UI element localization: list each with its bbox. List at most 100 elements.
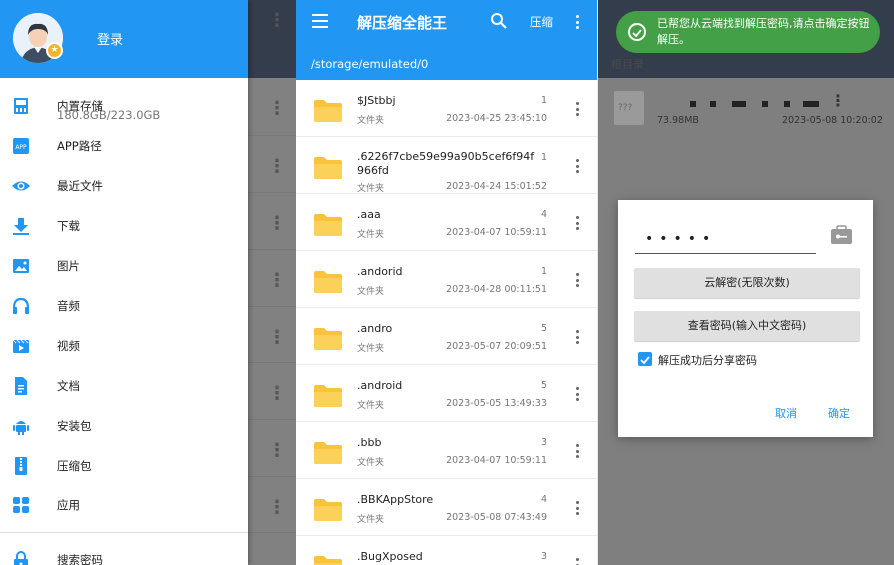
row-menu-icon[interactable] xyxy=(576,387,580,404)
item-count: 1 xyxy=(540,95,547,106)
extract-screen: 根目录 ??? ⋮ 73.98MB 2023-05-08 10:20:02 已帮… xyxy=(598,0,894,565)
file-date: 2023-04-07 10:59:11 xyxy=(446,455,547,466)
file-type: 文件夹 xyxy=(357,287,385,297)
file-row[interactable]: .bbb 文件夹 3 2023-04-07 10:59:11 xyxy=(296,422,598,479)
password-field[interactable]: ••••• xyxy=(635,230,816,254)
drawer-item-documents[interactable]: 文档 xyxy=(0,366,248,406)
folder-icon xyxy=(314,157,342,179)
image-icon xyxy=(13,259,29,273)
check-circle-icon xyxy=(628,23,646,41)
file-name: $JStbbj xyxy=(357,94,396,107)
drawer-item-label: 文档 xyxy=(57,379,80,393)
share-password-checkbox[interactable] xyxy=(638,352,652,366)
item-count: 5 xyxy=(540,323,547,334)
row-menu-icon[interactable] xyxy=(576,159,580,176)
file-row[interactable]: .aaa 文件夹 4 2023-04-07 10:59:11 xyxy=(296,194,598,251)
video-icon xyxy=(12,339,29,353)
file-name: .6226f7cbe59e99a90b5cef6f94f966fd xyxy=(357,150,535,177)
drawer-item-recent-files[interactable]: 最近文件 xyxy=(0,166,248,206)
drawer-item-video[interactable]: 视频 xyxy=(0,326,248,366)
drawer-item-label: 下载 xyxy=(57,219,80,233)
folder-icon xyxy=(314,100,342,122)
cancel-button[interactable]: 取消 xyxy=(775,405,797,421)
row-menu-icon[interactable] xyxy=(576,501,580,518)
folder-icon xyxy=(314,385,342,407)
drawer-item-apk[interactable]: 安装包 xyxy=(0,406,248,446)
zip-icon xyxy=(15,457,27,475)
drawer-item-label: 压缩包 xyxy=(57,459,92,473)
file-name: .BugXposed xyxy=(357,550,423,563)
file-row[interactable]: .andorid 文件夹 1 2023-04-28 00:11:51 xyxy=(296,251,598,308)
folder-icon xyxy=(314,214,342,236)
drawer-item-internal-storage[interactable]: 内置存储 180.8GB/223.0GB xyxy=(0,86,248,126)
item-count: 3 xyxy=(540,437,547,448)
drawer-item-app-path[interactable]: APP APP路径 xyxy=(0,126,248,166)
file-row[interactable]: .BBKAppStore 文件夹 4 2023-05-08 07:43:49 xyxy=(296,479,598,536)
drawer-divider xyxy=(0,532,248,533)
file-date: 2023-05-08 10:20:02 xyxy=(782,115,883,126)
folder-icon xyxy=(314,328,342,350)
file-row[interactable]: .andro 文件夹 5 2023-05-07 20:09:51 xyxy=(296,308,598,365)
row-menu-icon[interactable] xyxy=(576,444,580,461)
compress-button[interactable]: 压缩 xyxy=(530,14,553,30)
row-menu-icon[interactable] xyxy=(576,330,580,347)
drawer-item-label: APP路径 xyxy=(57,139,102,153)
overflow-menu-icon[interactable] xyxy=(576,15,580,32)
item-count: 5 xyxy=(540,380,547,391)
drawer-item-audio[interactable]: 音频 xyxy=(0,286,248,326)
app-bar: 解压缩全能王 压缩 /storage/emulated/0 xyxy=(296,0,598,80)
file-name: .bbb xyxy=(357,436,382,449)
file-date: 2023-04-28 00:11:51 xyxy=(446,284,547,295)
drawer-item-images[interactable]: 图片 xyxy=(0,246,248,286)
file-date: 2023-04-07 10:59:11 xyxy=(446,227,547,238)
eye-icon xyxy=(12,181,30,191)
navigation-drawer: ★ 登录 内置存储 180.8GB/223.0GB APP APP路径 最近文件… xyxy=(0,0,248,565)
drawer-item-label: 最近文件 xyxy=(57,179,103,193)
root-directory-label: 根目录 xyxy=(611,58,644,71)
file-browser-screen: 解压缩全能王 压缩 /storage/emulated/0 $JStbbj 文件夹… xyxy=(296,0,598,565)
login-link[interactable]: 登录 xyxy=(97,29,123,48)
item-count: 4 xyxy=(540,494,547,505)
file-type: 文件夹 xyxy=(357,515,385,525)
file-name: .android xyxy=(357,379,403,392)
lock-icon xyxy=(14,551,28,565)
current-path: /storage/emulated/0 xyxy=(311,57,429,71)
file-row[interactable]: $JStbbj 文件夹 1 2023-04-25 23:45:10 xyxy=(296,80,598,137)
drawer-item-downloads[interactable]: 下载 xyxy=(0,206,248,246)
cloud-decrypt-button[interactable]: 云解密(无限次数) xyxy=(634,268,860,298)
file-row[interactable]: .BugXposed 3 xyxy=(296,536,598,565)
key-icon[interactable] xyxy=(830,223,853,246)
search-icon[interactable] xyxy=(490,12,508,30)
share-password-label: 解压成功后分享密码 xyxy=(658,354,757,367)
confirm-button[interactable]: 确定 xyxy=(828,405,850,421)
storage-icon xyxy=(14,98,28,114)
file-type: 文件夹 xyxy=(357,401,385,411)
file-date: 2023-05-07 20:09:51 xyxy=(446,341,547,352)
file-size: 73.98MB xyxy=(657,115,699,126)
row-menu-icon[interactable] xyxy=(576,102,580,119)
drawer-screen: ⋮ ⋮ ⋮ ⋮ ⋮ ⋮ ⋮ ⋮ ⋮ ★ 登录 内置存储 180.8GB/223.… xyxy=(0,0,296,565)
file-row[interactable]: .android 文件夹 5 2023-05-05 13:49:33 xyxy=(296,365,598,422)
menu-icon[interactable] xyxy=(312,14,328,28)
drawer-item-label: 音频 xyxy=(57,299,80,313)
item-count: 4 xyxy=(540,209,547,220)
drawer-item-label: 应用 xyxy=(57,498,80,512)
drawer-item-archives[interactable]: 压缩包 xyxy=(0,446,248,486)
drawer-item-search-password[interactable]: 搜索密码 xyxy=(0,540,248,565)
drawer-item-apps[interactable]: 应用 xyxy=(0,485,248,525)
file-date: 2023-05-05 13:49:33 xyxy=(446,398,547,409)
file-row[interactable]: .6226f7cbe59e99a90b5cef6f94f966fd 文件夹 1 202… xyxy=(296,137,598,194)
dimmed-background: ⋮ ⋮ ⋮ ⋮ ⋮ ⋮ ⋮ ⋮ ⋮ xyxy=(248,0,296,565)
file-name: .andro xyxy=(357,322,393,335)
file-type: 文件夹 xyxy=(357,116,385,126)
row-menu-icon[interactable] xyxy=(576,273,580,290)
file-icon-text: ??? xyxy=(618,103,633,113)
row-menu-icon[interactable] xyxy=(576,216,580,233)
document-icon xyxy=(15,377,27,395)
file-name: .aaa xyxy=(357,208,381,221)
drawer-item-label: 安装包 xyxy=(57,419,92,433)
password-dialog: ••••• 云解密(无限次数) 查看密码(输入中文密码) 解压成功后分享密码 取… xyxy=(618,200,873,437)
folder-icon xyxy=(314,442,342,464)
view-password-button[interactable]: 查看密码(输入中文密码) xyxy=(634,311,860,341)
row-menu-icon[interactable] xyxy=(576,558,580,565)
